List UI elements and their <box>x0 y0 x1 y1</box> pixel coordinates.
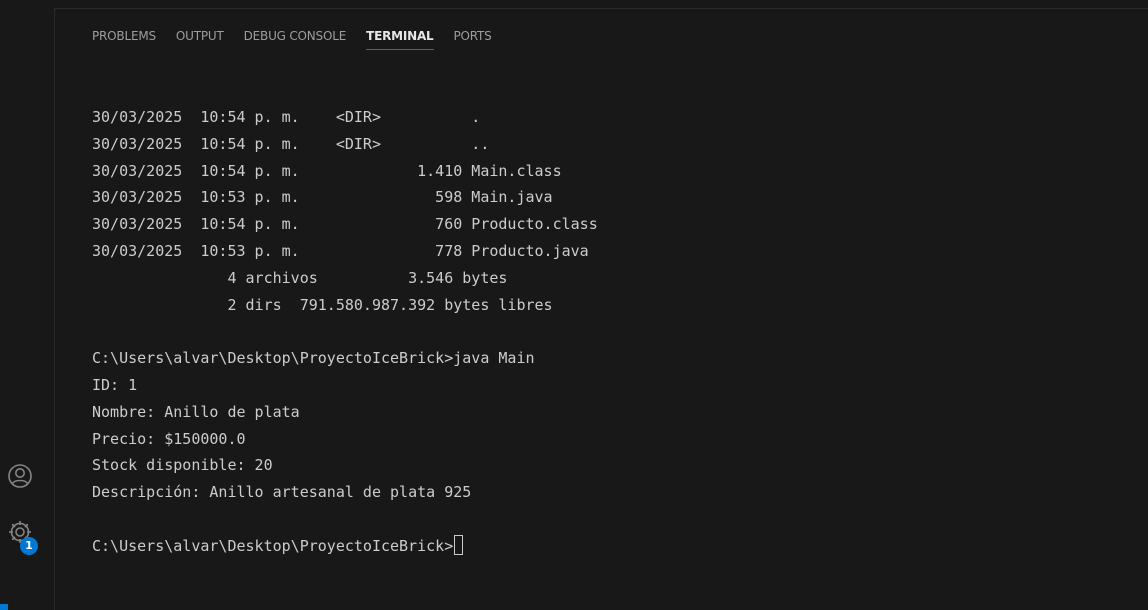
terminal-line: Precio: $150000.0 <box>92 429 246 448</box>
tab-ports[interactable]: PORTS <box>444 23 502 49</box>
terminal-line: Nombre: Anillo de plata <box>92 402 300 421</box>
tab-terminal[interactable]: TERMINAL <box>356 23 443 50</box>
terminal-line: 30/03/2025 10:54 p. m. <DIR> .. <box>92 134 490 153</box>
terminal-prompt-line[interactable]: C:\Users\alvar\Desktop\ProyectoIceBrick> <box>92 533 1132 560</box>
tab-problems[interactable]: PROBLEMS <box>92 23 166 49</box>
account-icon[interactable] <box>6 462 34 490</box>
tab-debug-console-label: DEBUG CONSOLE <box>243 29 347 43</box>
terminal-line: 30/03/2025 10:54 p. m. 760 Producto.clas… <box>92 215 598 234</box>
terminal-output[interactable]: 30/03/2025 10:54 p. m. <DIR> . 30/03/202… <box>92 104 1132 610</box>
tab-debug-console[interactable]: DEBUG CONSOLE <box>234 23 356 49</box>
tab-ports-label: PORTS <box>453 29 492 43</box>
terminal-line: 30/03/2025 10:53 p. m. 778 Producto.java <box>92 241 589 260</box>
terminal-line: 30/03/2025 10:54 p. m. 1.410 Main.class <box>92 161 562 180</box>
notification-badge: 1 <box>20 537 38 555</box>
terminal-cursor <box>454 534 464 555</box>
activity-bar: 1 <box>0 0 42 610</box>
terminal-line: C:\Users\alvar\Desktop\ProyectoIceBrick>… <box>92 349 535 368</box>
tab-output[interactable]: OUTPUT <box>166 23 234 49</box>
terminal-line: 30/03/2025 10:53 p. m. 598 Main.java <box>92 188 553 207</box>
terminal-line: 4 archivos 3.546 bytes <box>92 268 508 287</box>
status-bar-accent <box>0 604 8 610</box>
tab-terminal-label: TERMINAL <box>366 24 434 50</box>
tab-problems-label: PROBLEMS <box>92 29 156 43</box>
panel-tabs: PROBLEMS OUTPUT DEBUG CONSOLE TERMINAL P… <box>92 23 502 51</box>
bottom-panel: PROBLEMS OUTPUT DEBUG CONSOLE TERMINAL P… <box>55 8 1148 610</box>
terminal-line: ID: 1 <box>92 375 138 394</box>
terminal-line: 30/03/2025 10:54 p. m. <DIR> . <box>92 108 481 126</box>
terminal-line: 2 dirs 791.580.987.392 bytes libres <box>92 295 553 314</box>
terminal-line: Stock disponible: 20 <box>92 456 273 475</box>
tab-output-label: OUTPUT <box>175 29 224 43</box>
vscode-window: 1 PROBLEMS OUTPUT DEBUG CONSOLE TERMINAL… <box>0 0 1148 610</box>
terminal-line: Descripción: Anillo artesanal de plata 9… <box>92 483 472 502</box>
terminal-prompt: C:\Users\alvar\Desktop\ProyectoIceBrick> <box>92 536 454 555</box>
